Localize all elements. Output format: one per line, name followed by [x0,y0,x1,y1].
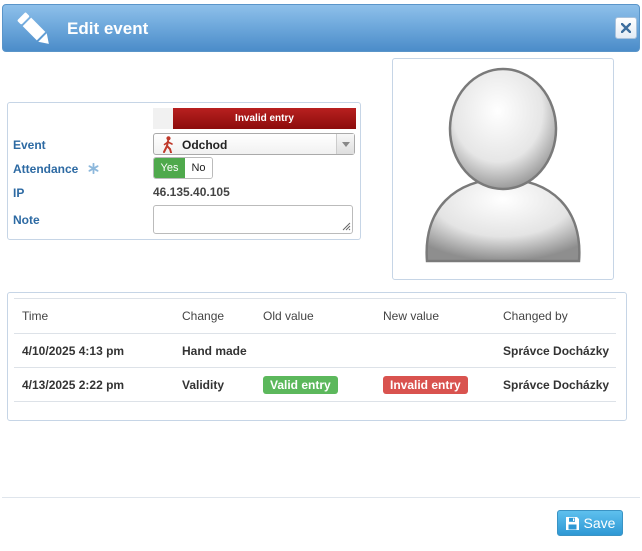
close-icon [621,23,631,33]
floppy-disk-icon [565,516,579,530]
dialog-titlebar[interactable]: Edit event [2,4,640,52]
event-label: Event [13,138,46,152]
resize-grip-icon[interactable] [341,221,351,231]
save-button-label: Save [583,515,616,531]
attendance-label-text: Attendance [13,162,79,176]
validity-bar[interactable]: Invalid entry [153,108,356,129]
edit-event-dialog: Edit event Invalid entry Event Odchod At… [0,0,642,551]
column-old-value[interactable]: Old value [255,298,375,334]
change-history: Time Change Old value New value Changed … [7,292,627,421]
event-select[interactable]: Odchod [153,133,355,155]
user-photo [392,58,614,280]
cell-changed-by: Správce Docházky [495,333,616,368]
history-header-row: Time Change Old value New value Changed … [14,298,616,334]
ip-label: IP [13,186,25,200]
cell-old-value [255,333,375,368]
caret-down-icon [342,142,350,147]
cell-old-value: Valid entry [255,367,375,402]
validity-indicator: Invalid entry [173,108,356,129]
event-form: Invalid entry Event Odchod Attendance Ye… [7,102,361,240]
attendance-toggle[interactable]: Yes No [153,157,213,179]
ip-value: 46.135.40.105 [153,185,230,199]
user-avatar-icon [425,67,581,263]
event-select-arrow[interactable] [336,134,354,154]
walking-person-icon [163,136,173,153]
attendance-yes-button[interactable]: Yes [154,158,185,178]
note-textarea[interactable] [153,205,353,234]
column-change[interactable]: Change [174,298,255,334]
valid-entry-badge: Valid entry [263,375,338,394]
table-row[interactable]: 4/13/2025 2:22 pm Validity Valid entry I… [14,367,616,402]
cell-change: Hand made [174,333,255,368]
dialog-title: Edit event [67,19,149,38]
column-new-value[interactable]: New value [375,298,495,334]
table-row[interactable]: 4/10/2025 4:13 pm Hand made Správce Doch… [14,333,616,368]
attendance-label: Attendance [13,162,99,176]
cell-new-value [375,333,495,368]
cell-time: 4/10/2025 4:13 pm [14,333,174,368]
asterisk-icon [88,163,99,174]
cell-new-value: Invalid entry [375,367,495,402]
event-select-value: Odchod [182,138,228,152]
cell-time: 4/13/2025 2:22 pm [14,367,174,402]
invalid-entry-badge: Invalid entry [383,375,468,394]
cell-change: Validity [174,367,255,402]
footer-divider [2,497,640,498]
cell-changed-by: Správce Docházky [495,367,616,402]
pencil-icon [17,12,49,44]
close-button[interactable] [615,17,637,39]
history-table: Time Change Old value New value Changed … [14,298,616,402]
save-button[interactable]: Save [557,510,623,536]
note-label: Note [13,213,40,227]
column-changed-by[interactable]: Changed by [495,298,616,334]
attendance-no-button[interactable]: No [185,158,212,178]
column-time[interactable]: Time [14,298,174,334]
